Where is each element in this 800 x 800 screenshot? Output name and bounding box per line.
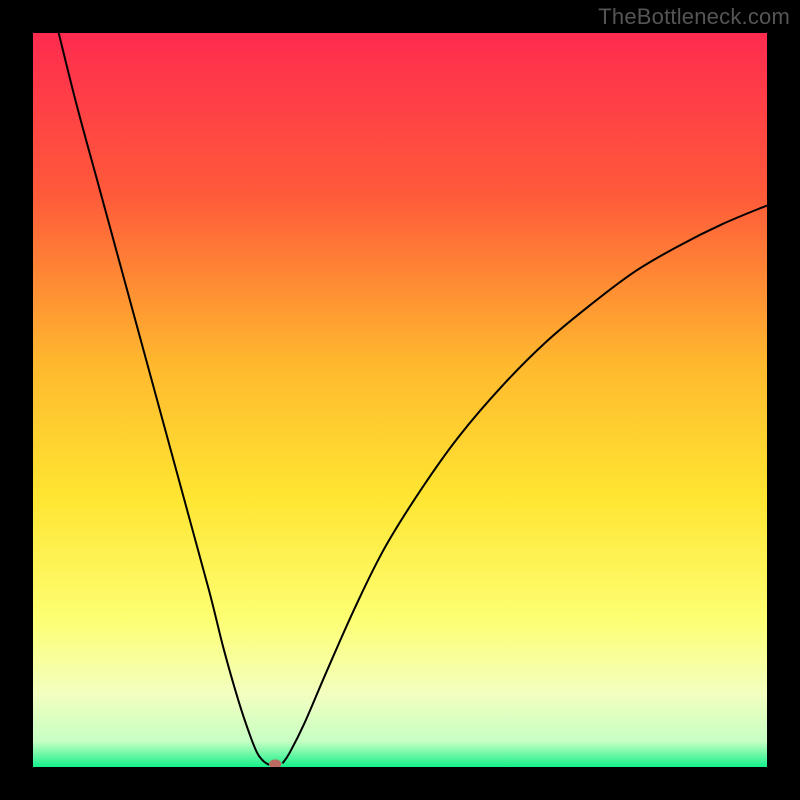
plot-area xyxy=(33,33,767,767)
attribution-text: TheBottleneck.com xyxy=(598,4,790,30)
gradient-rect xyxy=(33,33,767,767)
page-root: TheBottleneck.com xyxy=(0,0,800,800)
bottleneck-chart xyxy=(33,33,767,767)
